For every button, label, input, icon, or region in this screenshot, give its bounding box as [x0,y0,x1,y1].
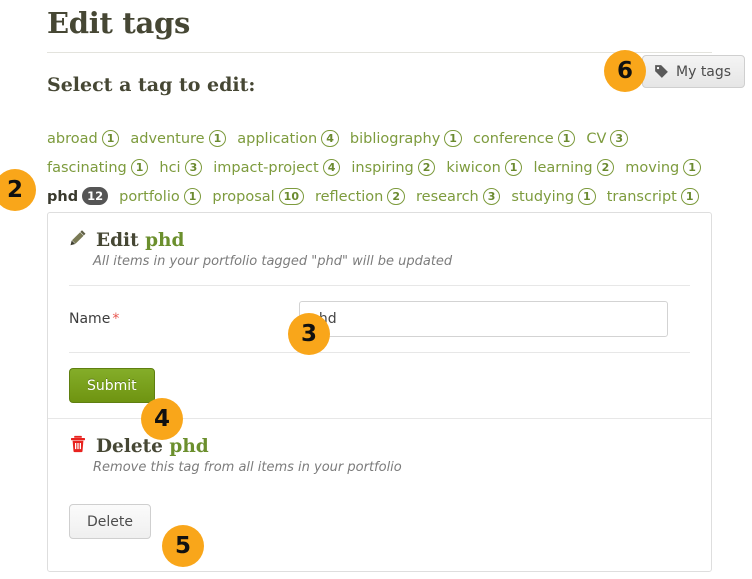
tag-label: adventure [130,131,205,147]
section-heading: Select a tag to edit: [47,74,256,96]
tag-link-application[interactable]: application 4 [237,126,339,152]
tag-count-badge: 1 [101,130,120,147]
page-root: Edit tags Select a tag to edit: My tags … [0,0,752,579]
tag-label: abroad [47,131,98,147]
pencil-icon [69,229,87,251]
tag-count-badge: 12 [82,187,109,205]
submit-button[interactable]: Submit [69,368,155,403]
tag-link-impact-project[interactable]: impact-project 4 [213,155,341,181]
name-input[interactable] [299,301,668,337]
name-label: Name * [69,311,299,327]
tag-link-cv[interactable]: CV 3 [586,126,629,152]
edit-tag-panel: Edit phd All items in your portfolio tag… [47,212,712,572]
tag-count-badge: 1 [578,188,596,205]
tag-link-learning[interactable]: learning 2 [533,155,615,181]
tag-link-proposal[interactable]: proposal 10 [212,184,304,210]
tag-link-studying[interactable]: studying 1 [511,184,596,210]
delete-heading-tag: phd [169,435,209,457]
tag-count-badge: 1 [504,159,523,176]
delete-row: Delete [48,489,711,554]
tag-link-conference[interactable]: conference 1 [472,126,576,152]
tag-link-adventure[interactable]: adventure 1 [130,126,227,152]
delete-heading: Delete phd [96,436,209,457]
tag-link-moving[interactable]: moving 1 [625,155,701,181]
tag-label: research [416,189,479,205]
tag-count-badge: 1 [183,188,202,205]
my-tags-button[interactable]: My tags [642,55,746,88]
tag-count-badge: 10 [278,188,304,205]
edit-section-description: All items in your portfolio tagged "phd"… [93,254,453,269]
tag-label: bibliography [349,131,441,147]
tag-label: hci [159,160,181,176]
tag-count-badge: 1 [557,130,576,147]
required-asterisk: * [112,311,120,327]
tag-label: learning [533,160,593,176]
callout-marker-3: 3 [288,313,330,355]
trash-icon [69,435,87,457]
delete-button[interactable]: Delete [69,504,151,539]
tag-label: application [237,131,318,147]
tag-count-badge: 1 [683,159,701,176]
tag-count-badge: 2 [417,159,436,176]
tag-link-fascinating[interactable]: fascinating 1 [47,155,149,181]
tag-link-inspiring[interactable]: inspiring 2 [351,155,436,181]
tag-cloud: abroad 1 adventure 1 application 4 bibliograph… [47,126,747,213]
delete-section-description: Remove this tag from all items in your p… [93,460,402,475]
callout-marker-4: 4 [141,398,183,440]
tag-label: studying [511,189,575,205]
delete-section: Delete phd Remove this tag from all item… [48,419,711,554]
callout-marker-2: 2 [0,169,36,211]
tag-count-badge: 2 [387,188,406,205]
tag-link-hci[interactable]: hci 3 [159,155,203,181]
tag-label: reflection [314,189,384,205]
tag-count-badge: 3 [482,188,501,205]
tag-label: fascinating [47,160,127,176]
page-title: Edit tags [47,6,190,40]
tag-label: portfolio [119,189,180,205]
edit-heading-prefix: Edit [96,229,139,251]
callout-marker-6: 6 [604,50,646,92]
tag-label: kiwicon [446,160,501,176]
tag-count-badge: 1 [680,188,699,205]
name-field-row: Name * [48,286,711,352]
tag-link-abroad[interactable]: abroad 1 [47,126,120,152]
tag-link-reflection[interactable]: reflection 2 [314,184,406,210]
tag-count-badge: 3 [184,159,203,176]
tag-count-badge: 3 [610,130,629,147]
tag-count-badge: 4 [321,130,339,147]
tag-icon [654,64,669,79]
delete-heading-prefix: Delete [96,435,163,457]
edit-section: Edit phd All items in your portfolio tag… [48,213,711,418]
tag-label: impact-project [213,160,319,176]
tag-count-badge: 4 [322,159,341,176]
tag-link-research[interactable]: research 3 [416,184,501,210]
tag-count-badge: 1 [130,159,149,176]
tag-label: inspiring [351,160,414,176]
tag-label: CV [586,131,607,147]
edit-heading-tag: phd [145,229,185,251]
tag-count-badge: 1 [444,130,462,147]
tag-link-portfolio[interactable]: portfolio 1 [119,184,202,210]
tag-label: moving [625,160,680,176]
tag-link-bibliography[interactable]: bibliography 1 [350,126,462,152]
tag-link-transcript[interactable]: transcript 1 [607,184,699,210]
tag-count-badge: 1 [208,130,227,147]
tag-label: transcript [606,189,677,205]
edit-heading: Edit phd [96,230,184,251]
name-label-text: Name [69,311,111,327]
tag-label: conference [472,131,554,147]
tag-link-phd[interactable]: phd 12 [47,184,109,210]
edit-section-header: Edit phd [48,213,711,251]
tag-label: phd [47,189,79,205]
tag-label: proposal [212,189,275,205]
tag-count-badge: 2 [596,159,615,176]
callout-marker-5: 5 [162,525,204,567]
tag-link-kiwicon[interactable]: kiwicon 1 [446,155,523,181]
my-tags-label: My tags [676,63,732,80]
